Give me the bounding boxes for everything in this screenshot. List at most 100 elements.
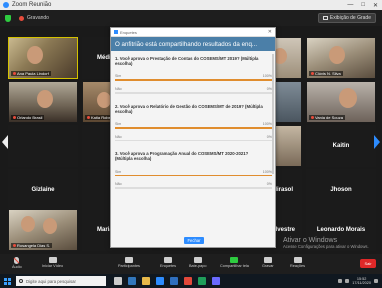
video-tile[interactable]: Kaitin	[306, 125, 376, 167]
participant-face	[21, 216, 35, 232]
participant-name: Vania de Souza	[309, 115, 345, 120]
video-tile[interactable]: Gizlaine	[8, 169, 78, 211]
file-explorer-icon[interactable]	[142, 277, 150, 285]
taskbar-search-input[interactable]: Digite aqui para pesquisar	[16, 276, 106, 286]
participant-face	[97, 92, 111, 108]
video-tile[interactable]: Rosangela Dias S.	[8, 209, 78, 251]
close-poll-button[interactable]: Fechar	[184, 237, 204, 244]
windows-start-icon[interactable]	[4, 277, 11, 285]
participants-label: Participantes	[118, 264, 140, 268]
record-button[interactable]: Gravar	[262, 257, 274, 268]
audio-button[interactable]: Áudio	[12, 257, 22, 269]
mic-muted-icon	[13, 116, 16, 119]
option-percent: 100%	[262, 122, 272, 126]
participant-face	[329, 46, 345, 64]
window-controls: — □ ✕	[347, 2, 382, 9]
network-icon[interactable]	[338, 279, 343, 283]
taskbar-clock[interactable]: 15:52 17/11/2020	[352, 277, 371, 286]
polls-label: Enquetes	[160, 264, 177, 268]
participant-face	[339, 88, 357, 108]
previous-page-arrow-icon[interactable]	[2, 135, 8, 149]
option-percent: 0%	[266, 87, 272, 91]
polls-icon	[164, 257, 173, 263]
search-icon	[19, 279, 23, 283]
participant-face	[27, 46, 43, 64]
poll-question: 3. Você aprova a Programação Anual do CO…	[115, 151, 272, 189]
option-percent: 100%	[262, 169, 272, 174]
video-tile[interactable]: Vania de Souza	[306, 81, 376, 123]
participant-name: Leonardo Morais	[316, 227, 366, 233]
poll-scrollbar[interactable]	[272, 54, 274, 174]
result-bar-fill	[115, 174, 272, 177]
reactions-label: Reações	[290, 264, 305, 268]
zoom-taskbar-icon[interactable]	[156, 277, 164, 285]
zoom-app-icon	[3, 2, 9, 8]
mic-muted-icon	[87, 116, 90, 119]
result-bar	[115, 79, 272, 81]
meeting-toolbar: Áudio Iniciar Vídeo Participantes Enquet…	[0, 254, 382, 274]
option-percent: 0%	[266, 134, 272, 139]
poll-close-icon[interactable]: ✕	[268, 29, 272, 35]
participants-icon	[124, 257, 133, 263]
reactions-button[interactable]: Reações	[290, 257, 305, 268]
video-tile[interactable]: Clóvis N. Silva	[306, 37, 376, 79]
poll-option: Sim 100%	[115, 122, 272, 129]
participant-face	[43, 218, 57, 234]
poll-question: 1. Você aprova o Prestação de Contas do …	[115, 56, 272, 94]
recording-label: Gravando	[27, 15, 49, 21]
watermark-subtitle: Acesse Configurações para ativar o Windo…	[283, 244, 369, 249]
video-icon	[48, 257, 57, 263]
security-shield-icon[interactable]	[5, 14, 11, 22]
record-label: Gravar	[262, 264, 274, 268]
volume-icon[interactable]	[345, 279, 350, 283]
start-video-label: Iniciar Vídeo	[42, 264, 64, 268]
chrome-icon[interactable]	[184, 277, 192, 285]
video-tile[interactable]: Ana Paula Lindorf	[8, 37, 78, 79]
result-bar-fill	[115, 127, 272, 129]
close-window-button[interactable]: ✕	[373, 2, 378, 9]
question-text: 3. Você aprova a Programação Anual do CO…	[115, 151, 249, 162]
poll-results-dialog: Enquetes ✕ O anfitrião está compartilhan…	[110, 27, 276, 248]
clock-date: 17/11/2020	[352, 281, 371, 285]
teams-icon[interactable]	[212, 277, 220, 285]
chat-button[interactable]: Bate-papo	[189, 257, 207, 268]
share-screen-icon	[230, 257, 239, 263]
view-toggle-label: Exibição de Grade	[329, 15, 371, 21]
edge-browser-icon[interactable]	[128, 277, 136, 285]
poll-banner: O anfitrião está compartilhando resultad…	[111, 37, 275, 51]
notifications-icon[interactable]	[374, 279, 378, 283]
result-bar	[115, 174, 272, 177]
participant-name: Jhoson	[330, 187, 352, 193]
chat-label: Bate-papo	[189, 264, 207, 268]
leave-meeting-button[interactable]: Sair	[360, 259, 376, 268]
option-label: Sim	[115, 74, 122, 79]
result-bar	[115, 127, 272, 129]
polls-button[interactable]: Enquetes	[160, 257, 176, 268]
share-screen-button[interactable]: Compartilhar tela	[220, 257, 249, 268]
minimize-button[interactable]: —	[347, 2, 353, 9]
recording-dot-icon	[19, 15, 24, 21]
result-bar	[115, 139, 272, 142]
video-tile[interactable]: Jhoson	[306, 169, 376, 211]
share-screen-label: Compartilhar tela	[220, 264, 249, 268]
poll-option: Sim 100%	[115, 74, 272, 81]
grid-view-icon	[322, 16, 328, 20]
excel-icon[interactable]	[198, 277, 206, 285]
participants-button[interactable]: Participantes	[118, 257, 140, 268]
poll-option: Não 0%	[115, 135, 272, 142]
word-icon[interactable]	[170, 277, 178, 285]
task-view-icon[interactable]	[114, 277, 122, 285]
next-page-arrow-icon[interactable]	[374, 135, 380, 149]
video-tile[interactable]: Orlando Brasil	[8, 81, 78, 123]
start-video-button[interactable]: Iniciar Vídeo	[42, 257, 63, 268]
maximize-button[interactable]: □	[361, 2, 365, 9]
poll-question-list: 1. Você aprova o Prestação de Contas do …	[115, 56, 272, 231]
reactions-icon	[293, 257, 302, 263]
poll-window-title: Enquetes	[120, 29, 137, 35]
window-title: Zoom Reunião	[12, 2, 52, 8]
video-tile[interactable]	[8, 125, 78, 167]
poll-option: Não 0%	[115, 87, 272, 94]
poll-question: 2. Você aprova o Relatório de Gestão do …	[115, 104, 272, 142]
mic-muted-icon	[13, 72, 16, 75]
view-toggle-button[interactable]: Exibição de Grade	[317, 13, 376, 23]
